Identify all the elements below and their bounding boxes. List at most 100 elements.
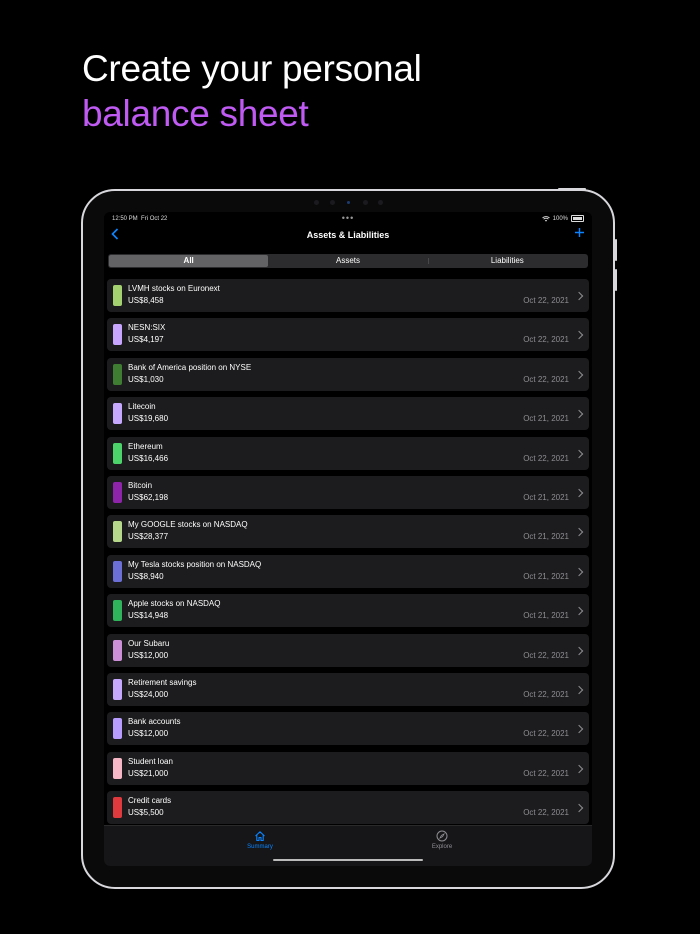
tab-summary-label: Summary (247, 844, 273, 850)
color-swatch (113, 285, 122, 306)
camera-array (308, 200, 388, 206)
house-icon (255, 831, 265, 842)
item-amount: US$8,940 (128, 571, 164, 581)
item-date: Oct 22, 2021 (523, 650, 569, 660)
color-swatch (113, 639, 122, 661)
item-date: Oct 22, 2021 (523, 808, 569, 818)
item-date: Oct 21, 2021 (523, 414, 569, 424)
segment-all[interactable]: All (109, 255, 269, 267)
color-swatch (113, 797, 122, 819)
chevron-right-icon (574, 646, 584, 655)
list-item[interactable]: Student loan US$21,000 Oct 22, 2021 (107, 751, 589, 785)
list-item[interactable]: My GOOGLE stocks on NASDAQ US$28,377 Oct 2… (107, 515, 589, 549)
list-item[interactable]: Retirement savings US$24,000 Oct 22, 2021 (107, 672, 589, 706)
chevron-right-icon (574, 725, 584, 734)
color-swatch (113, 481, 122, 503)
item-amount: US$12,000 (128, 650, 169, 660)
color-swatch (113, 442, 122, 464)
item-date: Oct 21, 2021 (523, 492, 569, 502)
item-amount: US$28,377 (128, 532, 169, 542)
tab-explore-label: Explore (431, 844, 453, 850)
home-indicator[interactable] (273, 859, 423, 861)
tab-bar: Summary Explore (104, 825, 592, 866)
color-swatch (113, 757, 122, 779)
tab-explore[interactable]: Explore (412, 830, 472, 850)
color-swatch (113, 678, 122, 700)
status-right: 100% (541, 215, 584, 222)
chevron-right-icon (574, 449, 584, 458)
plus-icon[interactable] (574, 226, 585, 242)
list-item[interactable]: LVMH stocks on Euronext US$8,458 Oct 22, 2… (107, 279, 589, 312)
list-item[interactable]: Litecoin US$19,680 Oct 21, 2021 (107, 397, 589, 431)
navigation-bar: Assets & Liabilities (104, 226, 592, 246)
list-item[interactable]: Apple stocks on NASDAQ US$14,948 Oct 21, 2… (107, 594, 589, 628)
item-date: Oct 21, 2021 (523, 532, 569, 542)
item-amount: US$1,030 (128, 374, 164, 384)
volume-up-button (615, 239, 617, 261)
color-swatch (113, 600, 122, 622)
item-date: Oct 22, 2021 (523, 768, 569, 778)
item-name: Bitcoin (128, 480, 153, 490)
item-date: Oct 22, 2021 (523, 374, 569, 384)
item-amount: US$19,680 (128, 414, 169, 424)
item-date: Oct 22, 2021 (523, 453, 569, 463)
list-item[interactable]: Credit cards US$5,500 Oct 22, 2021 (107, 791, 589, 825)
list-item[interactable]: My Tesla stocks position on NASDAQ US$8,9… (107, 554, 589, 588)
list-item[interactable]: Bank of America position on NYSE US$1,030… (107, 357, 589, 391)
chevron-right-icon (574, 370, 584, 380)
item-amount: US$62,198 (128, 492, 169, 502)
wifi-icon (541, 215, 550, 222)
multitasking-dots-icon[interactable]: ••• (342, 213, 354, 223)
list-item[interactable]: Ethereum US$16,466 Oct 22, 2021 (107, 436, 589, 470)
item-date: Oct 22, 2021 (523, 729, 569, 739)
item-date: Oct 21, 2021 (523, 611, 569, 621)
item-name: LVMH stocks on Euronext (128, 284, 220, 293)
item-amount: US$14,948 (128, 611, 169, 621)
battery-icon (571, 215, 584, 222)
item-date: Oct 22, 2021 (523, 689, 569, 699)
color-swatch (113, 363, 122, 385)
chevron-right-icon (574, 291, 584, 301)
item-name: My Tesla stocks position on NASDAQ (128, 559, 262, 569)
item-name: Credit cards (128, 796, 172, 806)
list-item[interactable]: Bank accounts US$12,000 Oct 22, 2021 (107, 712, 589, 746)
item-amount: US$16,466 (128, 453, 169, 463)
item-amount: US$24,000 (128, 689, 169, 699)
page-title: Assets & Liabilities (306, 230, 390, 240)
item-name: Litecoin (128, 402, 156, 412)
item-amount: US$21,000 (128, 768, 169, 778)
list-item[interactable]: NESN:SIX US$4,197 Oct 22, 2021 (107, 318, 589, 352)
color-swatch (113, 560, 122, 582)
list-item[interactable]: Our Subaru US$12,000 Oct 22, 2021 (107, 633, 589, 667)
list-item[interactable]: Bitcoin US$62,198 Oct 21, 2021 (107, 475, 589, 509)
battery-percent: 100% (552, 215, 568, 222)
status-bar: 12:50 PM Fri Oct 22 ••• 100% (104, 212, 592, 226)
item-name: Our Subaru (128, 638, 170, 648)
segment-liabilities[interactable]: Liabilities (427, 255, 587, 267)
color-swatch (113, 521, 122, 543)
chevron-right-icon (574, 685, 584, 695)
filter-segmented-control: All Assets Liabilities (108, 254, 588, 268)
chevron-right-icon (574, 331, 584, 340)
headline-line-1: Create your personal (82, 48, 422, 89)
item-name: Bank accounts (128, 717, 181, 727)
chevron-right-icon (574, 803, 584, 813)
item-name: Retirement savings (128, 677, 197, 687)
headline: Create your personal balance sheet (82, 46, 422, 136)
ipad-frame: 12:50 PM Fri Oct 22 ••• 100% Assets & Li… (81, 188, 617, 889)
item-date: Oct 22, 2021 (523, 335, 569, 345)
tab-summary[interactable]: Summary (230, 830, 290, 850)
item-name: Ethereum (128, 441, 163, 451)
items-list: LVMH stocks on Euronext US$8,458 Oct 22, 2… (107, 279, 589, 830)
color-swatch (113, 324, 122, 346)
chevron-right-icon (574, 488, 584, 498)
segment-assets[interactable]: Assets (268, 255, 427, 267)
chevron-right-icon (574, 567, 584, 576)
chevron-right-icon (574, 409, 584, 419)
color-swatch (113, 403, 122, 425)
top-button (558, 188, 586, 190)
item-amount: US$5,500 (128, 808, 164, 818)
item-amount: US$8,458 (128, 296, 164, 305)
item-amount: US$12,000 (128, 729, 169, 739)
volume-down-button (615, 269, 617, 291)
